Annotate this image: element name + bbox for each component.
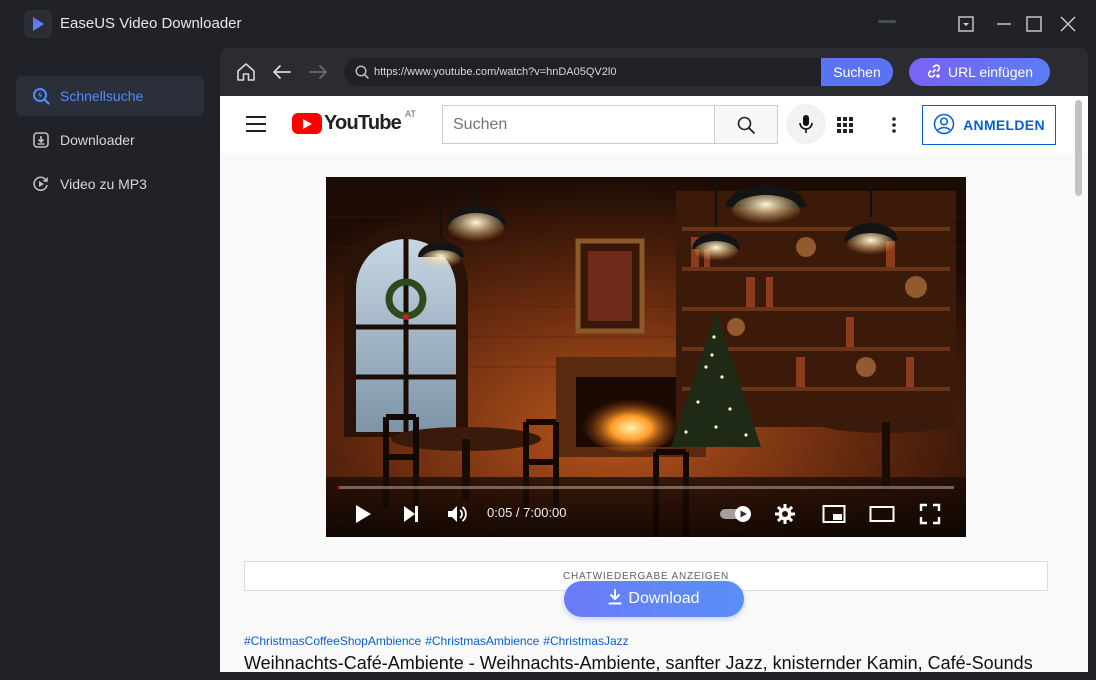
search-icon (737, 116, 755, 134)
next-button[interactable] (398, 501, 424, 527)
title-bar: EaseUS Video Downloader (0, 0, 1096, 48)
title-bar-handle (878, 20, 896, 23)
window-edge (1088, 48, 1096, 680)
app-title: EaseUS Video Downloader (60, 15, 242, 32)
url-input[interactable] (374, 66, 814, 78)
home-icon (237, 63, 255, 81)
signin-button[interactable]: ANMELDEN (922, 105, 1056, 145)
app-logo-icon (24, 10, 52, 38)
hashtag-list: #ChristmasCoffeeShopAmbience #ChristmasAm… (244, 634, 633, 648)
youtube-wordmark: YouTube (324, 112, 402, 134)
paste-url-label: URL einfügen (947, 64, 1034, 80)
play-icon (356, 505, 371, 523)
back-button[interactable] (270, 60, 294, 84)
sidebar-item-schnellsuche[interactable]: Schnellsuche (16, 76, 204, 116)
country-code: AT (404, 108, 416, 119)
url-bar (344, 58, 822, 86)
close-button[interactable] (1056, 12, 1080, 36)
fullscreen-button[interactable] (916, 501, 944, 527)
close-icon (1060, 16, 1076, 32)
sidebar: Schnellsuche Downloader Video zu MP3 (0, 48, 220, 680)
home-button[interactable] (234, 60, 258, 84)
fullscreen-icon (919, 503, 941, 525)
search-bolt-icon (32, 87, 50, 105)
time-display: 0:05 / 7:00:00 (487, 505, 567, 520)
forward-button[interactable] (306, 60, 330, 84)
more-options-button[interactable] (884, 114, 904, 136)
sidebar-item-label: Video zu MP3 (60, 176, 147, 192)
sidebar-item-label: Schnellsuche (60, 88, 144, 104)
page-scrollbar[interactable] (1075, 100, 1082, 196)
gear-icon (775, 504, 795, 524)
youtube-page: YouTube AT Suchen ANMELDEN 0:05 / 7:00:0… (220, 96, 1088, 672)
minimize-button[interactable] (992, 12, 1016, 36)
sidebar-item-downloader[interactable]: Downloader (16, 120, 204, 160)
theater-mode-button[interactable] (868, 501, 896, 527)
volume-button[interactable] (444, 501, 470, 527)
download-box-icon (32, 131, 50, 149)
arrow-right-icon (309, 65, 327, 79)
download-label: Download (628, 590, 700, 607)
apps-grid-icon (837, 117, 853, 133)
video-player[interactable]: 0:05 / 7:00:00 (326, 177, 966, 537)
autoplay-toggle-icon (720, 506, 751, 522)
progress-fill (338, 486, 340, 489)
autoplay-toggle[interactable] (718, 501, 754, 527)
settings-button[interactable] (772, 501, 798, 527)
menu-box-icon (958, 16, 974, 32)
convert-mp3-icon (32, 175, 50, 193)
maximize-icon (1026, 16, 1042, 32)
menu-dropdown-button[interactable] (954, 12, 978, 36)
sidebar-item-video-zu-mp3[interactable]: Video zu MP3 (16, 164, 204, 204)
search-button[interactable]: Suchen (821, 58, 893, 86)
player-controls: 0:05 / 7:00:00 (326, 477, 966, 537)
youtube-search-input[interactable] (453, 115, 703, 134)
play-button[interactable] (350, 501, 376, 527)
download-icon (608, 588, 622, 610)
miniplayer-icon (822, 505, 846, 523)
microphone-icon (799, 115, 813, 133)
browser-panel: Suchen URL einfügen YouTube AT (220, 48, 1088, 672)
maximize-button[interactable] (1022, 12, 1046, 36)
signin-label: ANMELDEN (963, 117, 1045, 133)
youtube-search-button[interactable] (714, 105, 778, 144)
volume-icon (448, 506, 467, 522)
progress-bar[interactable] (338, 486, 954, 489)
video-title: Weihnachts-Café-Ambiente - Weihnachts-Am… (244, 653, 1033, 672)
voice-search-button[interactable] (786, 104, 826, 144)
link-add-icon (926, 63, 942, 82)
more-vertical-icon (892, 117, 896, 133)
browser-navbar: Suchen URL einfügen (220, 48, 1088, 96)
skip-next-icon (404, 506, 418, 522)
download-button[interactable]: Download (564, 581, 744, 617)
miniplayer-button[interactable] (820, 501, 848, 527)
account-icon (933, 113, 955, 138)
hashtag-link[interactable]: #ChristmasAmbience (425, 634, 539, 648)
hamburger-menu-icon[interactable] (246, 116, 266, 132)
hashtag-link[interactable]: #ChristmasJazz (543, 634, 628, 648)
theater-mode-icon (869, 506, 895, 522)
minimize-icon (997, 23, 1011, 25)
youtube-logo[interactable]: YouTube AT (292, 108, 416, 135)
paste-url-button[interactable]: URL einfügen (909, 58, 1050, 86)
apps-grid-button[interactable] (834, 114, 856, 136)
youtube-header: YouTube AT Suchen ANMELDEN (220, 96, 1088, 153)
youtube-search-box (442, 105, 715, 144)
search-icon (355, 65, 369, 79)
hashtag-link[interactable]: #ChristmasCoffeeShopAmbience (244, 634, 421, 648)
sidebar-item-label: Downloader (60, 132, 135, 148)
arrow-left-icon (273, 65, 291, 79)
youtube-play-icon (292, 113, 322, 134)
